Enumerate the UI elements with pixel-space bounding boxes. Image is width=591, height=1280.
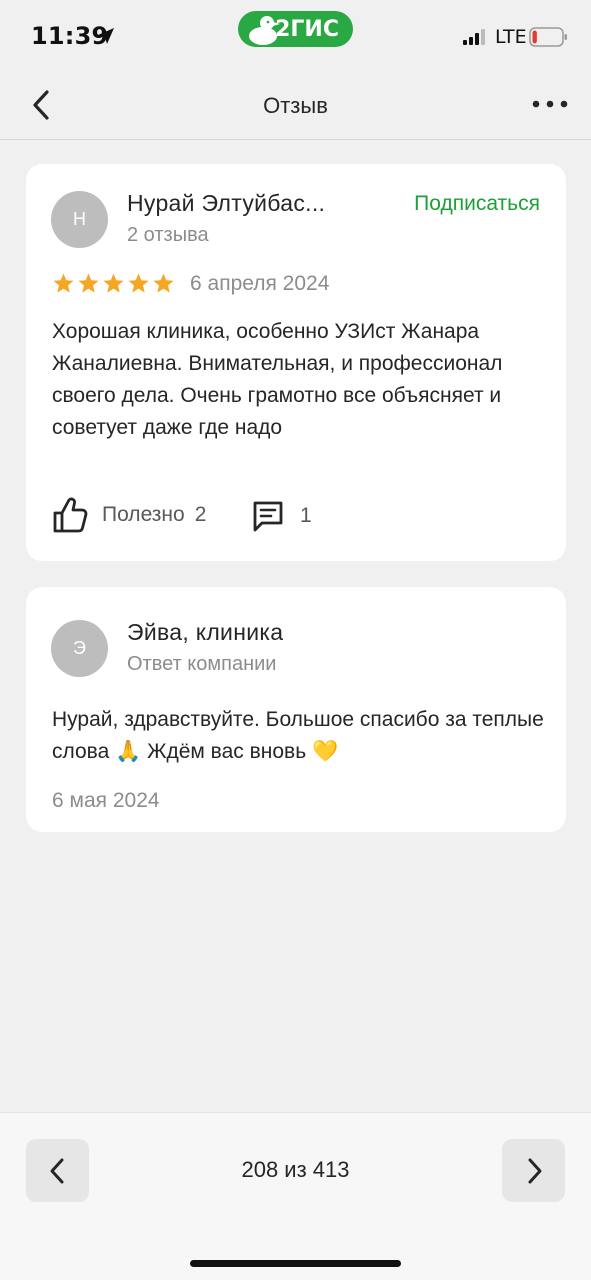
author-reviews-count: 2 отзыва: [127, 224, 209, 246]
next-review-button[interactable]: [502, 1139, 565, 1202]
helpful-label: Полезно: [102, 503, 185, 526]
brand-text: 2ГИС: [275, 16, 339, 42]
network-type: LTE: [495, 26, 527, 48]
company-avatar[interactable]: Э: [51, 620, 108, 677]
page-title: Отзыв: [263, 93, 328, 118]
comments-count: 1: [300, 504, 312, 527]
home-indicator: [190, 1260, 401, 1267]
helpful-count: 2: [194, 503, 207, 526]
brand-logo[interactable]: 2ГИС: [238, 11, 353, 47]
company-name[interactable]: Эйва, клиника: [127, 619, 283, 646]
helpful-button[interactable]: Полезно 2: [52, 496, 206, 534]
thumbs-up-icon: [53, 497, 88, 533]
star-icon: [128, 273, 149, 293]
review-pager: 208 из 413: [0, 1112, 591, 1280]
author-name[interactable]: Нурай Элтуйбас...: [127, 190, 325, 217]
rating-stars: [52, 272, 175, 295]
chevron-right-icon: [528, 1158, 541, 1183]
duck-icon: [249, 16, 280, 45]
star-icon: [153, 273, 174, 293]
nav-bar: Отзыв: [0, 70, 591, 140]
star-icon: [78, 273, 99, 293]
battery-icon: [529, 27, 567, 47]
company-reply-card: Э Эйва, клиника Ответ компании Нурай, зд…: [26, 587, 566, 832]
comment-icon: [253, 501, 283, 532]
reply-date: 6 мая 2024: [52, 789, 160, 812]
comments-button[interactable]: 1: [252, 500, 312, 532]
signal-icon: [463, 29, 485, 45]
review-text: Хорошая клиника, особенно УЗИст Жанара Ж…: [52, 320, 503, 439]
location-arrow-icon: [98, 28, 114, 44]
review-date: 6 апреля 2024: [190, 272, 330, 295]
subscribe-button[interactable]: Подписаться: [414, 192, 540, 216]
reply-text: Нурай, здравствуйте. Большое спасибо за …: [52, 708, 544, 763]
status-bar: 11:39 2ГИС LTE: [0, 0, 591, 70]
review-card: Н Нурай Элтуйбас... 2 отзыва Подписаться…: [26, 164, 566, 561]
star-icon: [53, 273, 74, 293]
reply-subtitle: Ответ компании: [127, 653, 277, 675]
avatar[interactable]: Н: [51, 191, 108, 248]
more-dots-icon[interactable]: [530, 90, 570, 118]
star-icon: [103, 273, 124, 293]
